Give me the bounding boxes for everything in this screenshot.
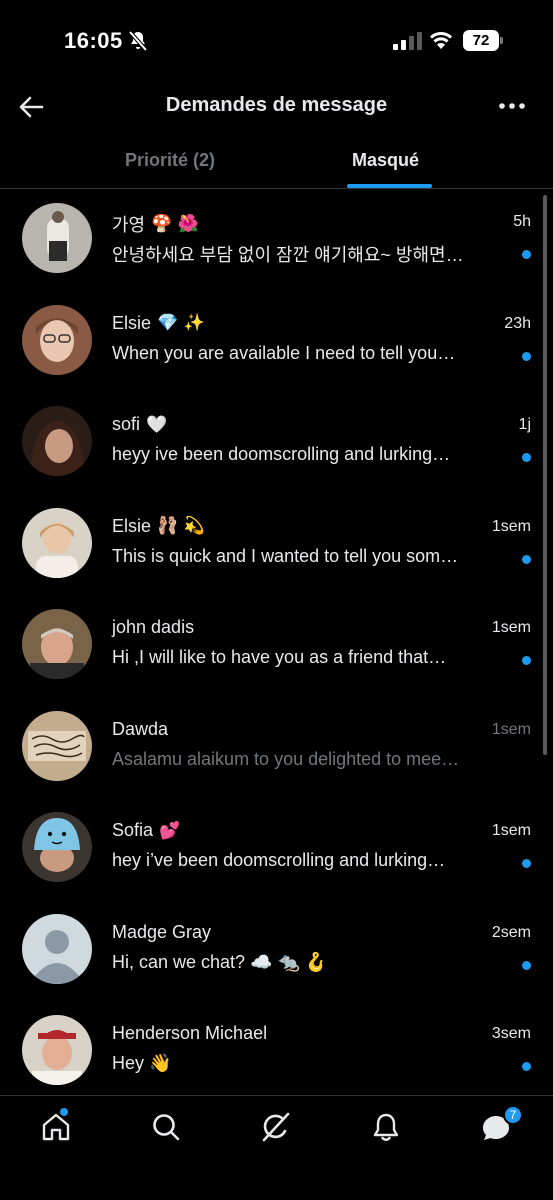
name-emoji: 🩰 💫: [157, 516, 205, 536]
grok-icon[interactable]: [259, 1110, 293, 1144]
signal-icon: [393, 32, 422, 50]
name-emoji: 💕: [159, 820, 181, 841]
sender-name-text: sofi: [112, 414, 141, 434]
sender-name: Henderson Michael: [112, 1023, 273, 1044]
unread-indicator: [522, 250, 531, 259]
sender-name: Elsie 🩰 💫: [112, 516, 205, 537]
timestamp: 1sem: [491, 619, 531, 636]
sender-name-text: Madge Gray: [112, 921, 212, 942]
tab-masked[interactable]: Masqué: [352, 150, 419, 171]
search-icon[interactable]: [149, 1110, 183, 1144]
timestamp: 1j: [518, 416, 531, 433]
message-preview: Hey 👋: [112, 1053, 172, 1073]
avatar[interactable]: [22, 1015, 92, 1085]
home-icon[interactable]: [39, 1110, 73, 1144]
sender-name: Elsie 💎 ✨: [112, 313, 205, 334]
header: Demandes de message: [0, 82, 553, 130]
sender-name: sofi 🤍: [112, 414, 167, 435]
avatar[interactable]: [22, 304, 92, 375]
sender-name: Dawda: [112, 719, 174, 740]
timestamp: 2sem: [491, 923, 531, 941]
unread-indicator: [522, 960, 531, 970]
message-preview: Asalamu alaikum to you delighted to mee…: [112, 748, 460, 769]
tab-bar: Priorité (2) Masqué: [0, 138, 553, 188]
unread-indicator: [522, 656, 531, 665]
message-preview: Hi, can we chat? ☁️ 🐀 🪝: [112, 951, 328, 972]
message-request-row[interactable]: Sofia 💕 1sem hey i’ve been doomscrolling …: [0, 798, 553, 900]
timestamp: 5h: [513, 213, 531, 230]
sender-name: john dadis: [112, 617, 200, 638]
message-request-row[interactable]: 가영 🍄 🌺 5h 안녕하세요 부담 없이 잠깐 얘기해요~ 방해면…: [0, 189, 553, 291]
unread-indicator: [522, 1062, 531, 1071]
name-emoji: 🍄 🌺: [151, 214, 199, 234]
status-bar: 16:05 72: [0, 0, 553, 82]
battery-icon: 72: [463, 30, 499, 51]
name-emoji: 💎 ✨: [157, 313, 205, 333]
messages-badge: 7: [503, 1105, 523, 1125]
bell-off-icon: [128, 30, 148, 52]
name-emoji: 🤍: [146, 414, 168, 435]
message-request-row[interactable]: Madge Gray 2sem Hi, can we chat? ☁️ 🐀 🪝: [0, 900, 553, 1002]
sender-name-text: john dadis: [112, 617, 195, 637]
tab-priority[interactable]: Priorité (2): [125, 150, 215, 171]
avatar[interactable]: [22, 812, 92, 882]
avatar[interactable]: [22, 710, 92, 781]
message-request-row[interactable]: sofi 🤍 1j heyy ive been doomscrolling and…: [0, 392, 553, 494]
message-preview: Hi ,I will like to have you as a friend …: [112, 647, 447, 667]
avatar[interactable]: [22, 406, 92, 476]
home-notification-dot: [60, 1108, 68, 1116]
unread-indicator: [522, 859, 531, 868]
message-preview: This is quick and I wanted to tell you s…: [112, 545, 459, 566]
timestamp: 1sem: [491, 822, 531, 839]
sender-name: Madge Gray: [112, 922, 217, 943]
message-preview: 안녕하세요 부담 없이 잠깐 얘기해요~ 방해면…: [112, 245, 464, 265]
page-title: Demandes de message: [165, 94, 388, 116]
timestamp: 23h: [504, 314, 531, 332]
sender-name-text: Elsie: [112, 515, 152, 536]
battery-tip: [500, 37, 503, 44]
unread-indicator: [522, 351, 531, 361]
sender-name-text: Sofia: [112, 820, 154, 840]
message-preview: hey i’ve been doomscrolling and lurking…: [112, 850, 446, 870]
message-request-row[interactable]: Elsie 💎 ✨ 23h When you are available I ne…: [0, 291, 553, 393]
message-preview: heyy ive been doomscrolling and lurking…: [112, 444, 451, 464]
sender-name-text: 가영: [112, 215, 146, 235]
sender-name-text: Henderson Michael: [112, 1023, 268, 1043]
sender-name: 가영 🍄 🌺: [112, 211, 199, 237]
avatar[interactable]: [22, 507, 92, 578]
unread-indicator: [522, 453, 531, 462]
notifications-bell-icon[interactable]: [369, 1110, 403, 1144]
avatar[interactable]: [22, 203, 92, 273]
sender-name: Sofia 💕: [112, 820, 180, 841]
unread-indicator: [522, 554, 531, 564]
sender-name-text: Elsie: [112, 312, 152, 333]
default-avatar-icon: [22, 913, 92, 984]
status-time: 16:05: [64, 28, 123, 53]
message-request-row[interactable]: Henderson Michael 3sem Hey 👋: [0, 1001, 553, 1094]
timestamp: 1sem: [491, 517, 531, 535]
timestamp: 3sem: [491, 1025, 531, 1042]
avatar[interactable]: [22, 609, 92, 679]
more-options-icon[interactable]: [497, 94, 527, 118]
bottom-navigation: 7: [0, 1095, 553, 1200]
avatar[interactable]: [22, 913, 92, 984]
message-request-row[interactable]: Dawda 1sem Asalamu alaikum to you deligh…: [0, 697, 553, 799]
message-preview: When you are available I need to tell yo…: [112, 342, 456, 363]
message-request-list: 가영 🍄 🌺 5h 안녕하세요 부담 없이 잠깐 얘기해요~ 방해면… Elsie…: [0, 189, 553, 1094]
sender-name-text: Dawda: [112, 718, 169, 739]
wifi-icon: [429, 32, 453, 49]
scrollbar[interactable]: [543, 195, 547, 755]
timestamp: 1sem: [491, 720, 531, 738]
message-request-row[interactable]: john dadis 1sem Hi ,I will like to have …: [0, 595, 553, 697]
message-request-row[interactable]: Elsie 🩰 💫 1sem This is quick and I wanted…: [0, 494, 553, 596]
